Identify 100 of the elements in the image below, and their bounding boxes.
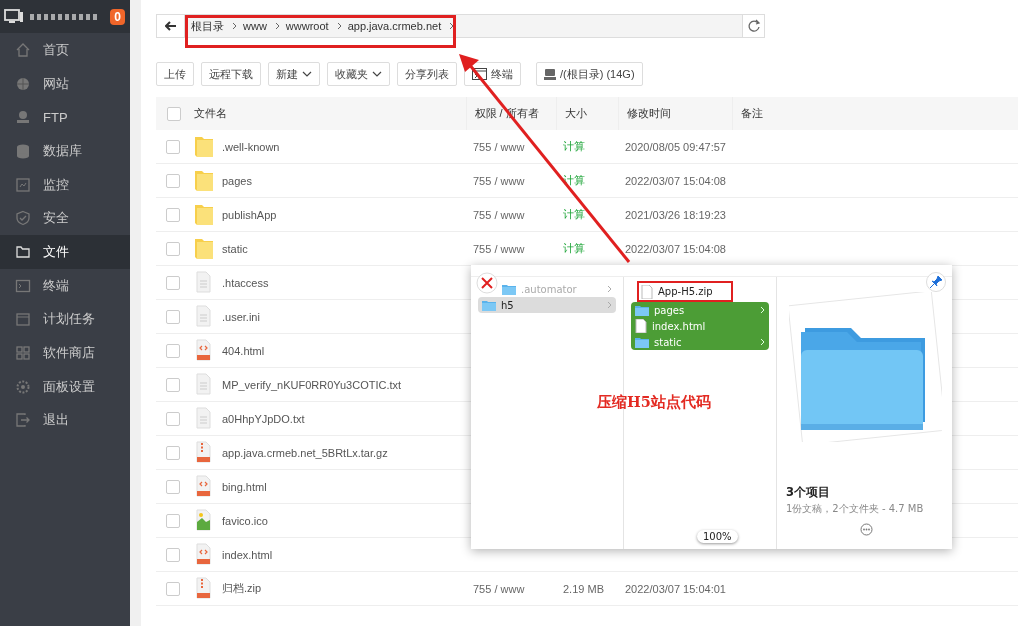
permissions-text: 755 / www	[473, 242, 525, 255]
file-name[interactable]: a0HhpYJpDO.txt	[222, 412, 305, 425]
globe-icon	[15, 75, 31, 92]
row-checkbox[interactable]	[166, 139, 180, 154]
breadcrumb-link[interactable]: 根目录	[185, 18, 224, 34]
modified-time: 2021/03/26 18:19:23	[625, 208, 726, 221]
row-checkbox[interactable]	[166, 207, 180, 222]
file-name[interactable]: 归档.zip	[222, 581, 262, 596]
row-checkbox[interactable]	[166, 377, 180, 392]
sidebar-item[interactable]: 监控	[0, 167, 130, 202]
item-summary: 1份文稿，2个文件夹 - 4.7 MB	[786, 502, 924, 516]
sidebar-item[interactable]: 软件商店	[0, 336, 130, 370]
calendar-icon	[15, 311, 31, 328]
finder-item[interactable]: h5	[478, 297, 616, 313]
html-file-icon	[194, 475, 214, 498]
row-checkbox[interactable]	[166, 513, 180, 528]
finder-item[interactable]: App-H5.zip	[637, 281, 733, 302]
toolbar-button[interactable]: 新建	[268, 62, 320, 86]
document-icon	[194, 271, 214, 294]
file-name[interactable]: publishApp	[222, 208, 277, 221]
permissions-text: 755 / www	[473, 582, 525, 595]
sidebar-item[interactable]: FTP	[0, 100, 130, 135]
modified-time: 2022/03/07 15:04:01	[625, 582, 726, 595]
row-checkbox[interactable]	[166, 309, 180, 324]
shield-icon	[15, 210, 31, 227]
row-checkbox[interactable]	[166, 547, 180, 562]
sidebar-item[interactable]: 安全	[0, 201, 130, 236]
chevron-icon	[336, 22, 342, 30]
back-button[interactable]	[157, 15, 185, 37]
chevron-icon	[274, 22, 280, 30]
pin-icon	[926, 272, 946, 292]
breadcrumb-link[interactable]: www	[237, 20, 267, 32]
file-name[interactable]: favico.ico	[222, 514, 268, 527]
toolbar-button[interactable]: 远程下载	[201, 62, 261, 86]
sidebar-item[interactable]: 首页	[0, 33, 130, 67]
file-name[interactable]: index.html	[222, 548, 273, 561]
sidebar-item[interactable]: 退出	[0, 403, 130, 438]
file-name[interactable]: MP_verify_nKUF0RR0Yu3COTIC.txt	[222, 378, 402, 391]
row-checkbox[interactable]	[166, 275, 180, 290]
settings-icon	[15, 378, 31, 395]
column-header[interactable]: 备注	[740, 107, 763, 119]
row-checkbox[interactable]	[166, 581, 180, 596]
logout-icon	[15, 412, 31, 429]
folder-icon	[502, 283, 516, 295]
permissions-text: 755 / www	[473, 174, 525, 187]
toolbar-button[interactable]: 上传	[156, 62, 194, 86]
document-icon	[194, 373, 214, 396]
file-name[interactable]: .well-known	[222, 140, 280, 153]
row-checkbox[interactable]	[166, 241, 180, 256]
html-file-icon	[194, 543, 214, 566]
file-name[interactable]: 404.html	[222, 344, 265, 357]
file-name[interactable]: pages	[222, 174, 252, 187]
person-icon	[15, 109, 31, 126]
document-icon	[194, 407, 214, 430]
column-header[interactable]: 修改时间	[626, 107, 671, 119]
column-header[interactable]: 大小	[564, 107, 587, 119]
file-name[interactable]: .htaccess	[222, 276, 269, 289]
sidebar-item[interactable]: 面板设置	[0, 369, 130, 404]
document-icon	[194, 305, 214, 328]
chevron-icon	[232, 22, 237, 30]
row-checkbox[interactable]	[166, 173, 180, 188]
terminal-icon	[472, 68, 487, 80]
permissions-text: 755 / www	[473, 208, 525, 221]
toolbar-button[interactable]: 分享列表	[397, 62, 457, 86]
sidebar-item[interactable]: 网站	[0, 66, 130, 101]
sidebar-item[interactable]: 计划任务	[0, 302, 130, 337]
folder-icon	[635, 336, 649, 348]
sidebar-item[interactable]: 终端	[0, 268, 130, 303]
document-icon	[641, 284, 653, 299]
toolbar-button[interactable]: /(根目录) (14G)	[536, 62, 643, 86]
file-name[interactable]: .user.ini	[222, 310, 260, 323]
modified-time: 2022/03/07 15:04:08	[625, 174, 726, 187]
file-name[interactable]: bing.html	[222, 480, 267, 493]
archive-file-icon	[194, 441, 214, 464]
modified-time: 2022/03/07 15:04:08	[625, 242, 726, 255]
folder-icon	[635, 304, 649, 316]
toolbar-button[interactable]: 收藏夹	[327, 62, 390, 86]
html-file-icon	[194, 339, 214, 362]
column-header[interactable]: 文件名	[194, 107, 227, 119]
refresh-button[interactable]	[742, 15, 764, 37]
breadcrumb-link[interactable]: wwwroot	[279, 20, 329, 32]
breadcrumb-link[interactable]: app.java.crmeb.net	[341, 20, 442, 32]
file-name[interactable]: static	[222, 242, 248, 255]
monitor-icon	[15, 176, 31, 193]
folder-icon	[194, 135, 214, 158]
folder-icon	[194, 169, 214, 192]
select-all-checkbox[interactable]	[167, 106, 181, 121]
zoom-level[interactable]: 100%	[697, 530, 738, 543]
disk-icon	[544, 68, 556, 80]
row-checkbox[interactable]	[166, 343, 180, 358]
file-name[interactable]: app.java.crmeb.net_5BRtLx.tar.gz	[222, 446, 388, 459]
close-icon	[476, 272, 498, 294]
folder-icon	[15, 243, 31, 260]
row-checkbox[interactable]	[166, 479, 180, 494]
row-checkbox[interactable]	[166, 445, 180, 460]
sidebar-item[interactable]: 数据库	[0, 134, 130, 168]
database-icon	[15, 142, 31, 159]
folder-icon	[194, 203, 214, 226]
row-checkbox[interactable]	[166, 411, 180, 426]
sidebar-item[interactable]: 文件	[0, 235, 130, 269]
